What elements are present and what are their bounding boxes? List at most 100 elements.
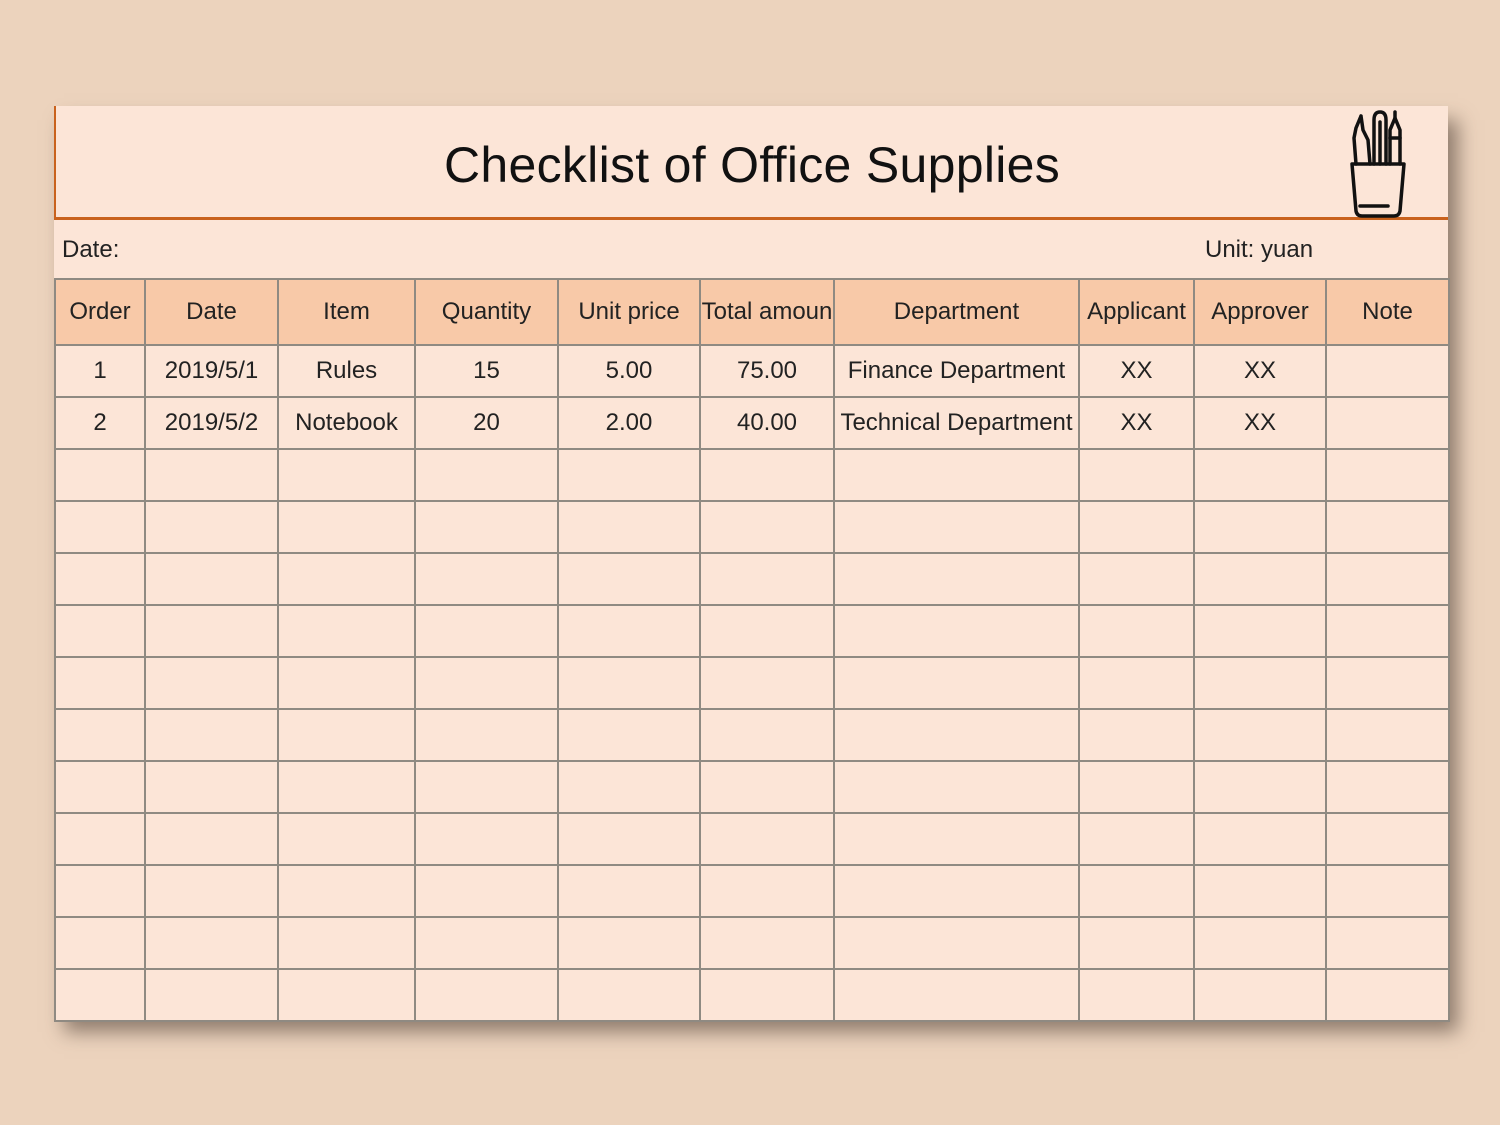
column-header[interactable]: Note [1325, 278, 1450, 346]
table-cell[interactable] [833, 968, 1080, 1022]
table-cell[interactable] [54, 552, 146, 606]
table-cell[interactable] [414, 604, 559, 658]
table-cell[interactable] [414, 968, 559, 1022]
table-cell[interactable]: Finance Department [833, 344, 1080, 398]
table-cell[interactable] [557, 656, 701, 710]
table-cell[interactable] [1193, 708, 1327, 762]
table-cell[interactable] [699, 500, 835, 554]
table-cell[interactable]: 2019/5/2 [144, 396, 279, 450]
table-cell[interactable] [54, 604, 146, 658]
table-cell[interactable] [144, 812, 279, 866]
table-cell[interactable]: 2019/5/1 [144, 344, 279, 398]
table-cell[interactable] [1078, 760, 1195, 814]
table-cell[interactable] [699, 760, 835, 814]
table-cell[interactable] [1325, 916, 1450, 970]
table-cell[interactable] [557, 968, 701, 1022]
table-cell[interactable] [1078, 604, 1195, 658]
table-cell[interactable] [699, 916, 835, 970]
table-cell[interactable] [277, 864, 416, 918]
table-cell[interactable] [1078, 708, 1195, 762]
table-cell[interactable] [833, 760, 1080, 814]
table-cell[interactable] [557, 916, 701, 970]
table-cell[interactable] [833, 552, 1080, 606]
table-cell[interactable] [414, 656, 559, 710]
column-header[interactable]: Unit price [557, 278, 701, 346]
table-cell[interactable] [833, 448, 1080, 502]
table-cell[interactable] [144, 552, 279, 606]
table-cell[interactable] [699, 604, 835, 658]
table-cell[interactable] [1078, 500, 1195, 554]
table-cell[interactable] [1078, 916, 1195, 970]
table-cell[interactable] [1078, 864, 1195, 918]
table-cell[interactable]: 2 [54, 396, 146, 450]
table-cell[interactable] [277, 760, 416, 814]
table-cell[interactable] [54, 812, 146, 866]
column-header[interactable]: Total amoun [699, 278, 835, 346]
table-cell[interactable] [414, 760, 559, 814]
table-cell[interactable]: 15 [414, 344, 559, 398]
table-cell[interactable] [557, 708, 701, 762]
table-cell[interactable] [699, 812, 835, 866]
column-header[interactable]: Approver [1193, 278, 1327, 346]
table-cell[interactable]: 2.00 [557, 396, 701, 450]
table-cell[interactable] [699, 656, 835, 710]
table-cell[interactable] [1325, 968, 1450, 1022]
table-cell[interactable] [557, 500, 701, 554]
table-cell[interactable] [414, 552, 559, 606]
table-cell[interactable] [414, 500, 559, 554]
column-header[interactable]: Order [54, 278, 146, 346]
table-cell[interactable] [1193, 916, 1327, 970]
table-cell[interactable] [1325, 656, 1450, 710]
table-cell[interactable] [833, 812, 1080, 866]
table-cell[interactable]: 40.00 [699, 396, 835, 450]
table-cell[interactable] [1325, 604, 1450, 658]
table-cell[interactable] [1325, 500, 1450, 554]
table-cell[interactable] [1078, 968, 1195, 1022]
table-cell[interactable] [699, 552, 835, 606]
table-cell[interactable] [1078, 448, 1195, 502]
table-cell[interactable] [1193, 500, 1327, 554]
table-cell[interactable] [54, 916, 146, 970]
table-cell[interactable] [54, 708, 146, 762]
table-cell[interactable] [557, 812, 701, 866]
table-cell[interactable] [699, 864, 835, 918]
table-cell[interactable] [1325, 396, 1450, 450]
table-cell[interactable] [699, 968, 835, 1022]
table-cell[interactable] [1078, 552, 1195, 606]
table-cell[interactable] [414, 448, 559, 502]
table-cell[interactable] [1193, 448, 1327, 502]
table-cell[interactable]: Rules [277, 344, 416, 398]
table-cell[interactable] [54, 500, 146, 554]
table-cell[interactable] [277, 812, 416, 866]
table-cell[interactable] [144, 448, 279, 502]
table-cell[interactable] [699, 448, 835, 502]
table-cell[interactable] [277, 708, 416, 762]
table-cell[interactable] [414, 864, 559, 918]
table-cell[interactable] [414, 812, 559, 866]
table-cell[interactable] [833, 604, 1080, 658]
table-cell[interactable] [277, 500, 416, 554]
column-header[interactable]: Applicant [1078, 278, 1195, 346]
table-cell[interactable] [557, 760, 701, 814]
column-header[interactable]: Item [277, 278, 416, 346]
table-cell[interactable] [833, 916, 1080, 970]
table-cell[interactable] [144, 760, 279, 814]
table-cell[interactable] [833, 864, 1080, 918]
table-cell[interactable] [833, 656, 1080, 710]
table-cell[interactable] [1193, 812, 1327, 866]
table-cell[interactable] [54, 864, 146, 918]
table-cell[interactable] [277, 552, 416, 606]
table-cell[interactable] [144, 708, 279, 762]
column-header[interactable]: Date [144, 278, 279, 346]
table-cell[interactable] [557, 448, 701, 502]
table-cell[interactable] [557, 552, 701, 606]
table-cell[interactable] [277, 448, 416, 502]
table-cell[interactable] [277, 656, 416, 710]
table-cell[interactable] [1193, 604, 1327, 658]
table-cell[interactable] [1193, 656, 1327, 710]
table-cell[interactable] [1078, 812, 1195, 866]
column-header[interactable]: Department [833, 278, 1080, 346]
table-cell[interactable] [699, 708, 835, 762]
table-cell[interactable] [1325, 552, 1450, 606]
table-cell[interactable] [557, 864, 701, 918]
